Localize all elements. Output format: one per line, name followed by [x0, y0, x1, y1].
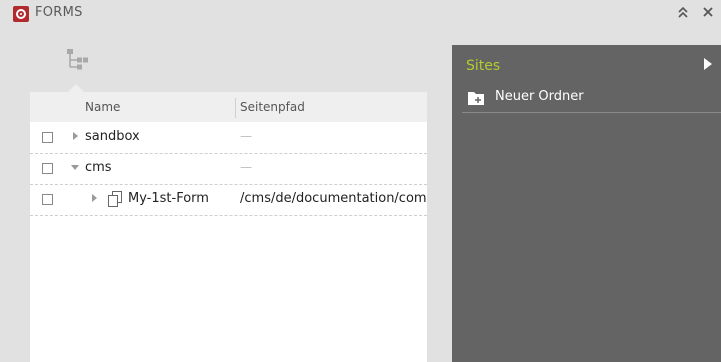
row-name: sandbox [85, 129, 140, 144]
forms-window: FORMS Name Seitenpfad sandbox — cms — My… [0, 0, 721, 362]
window-title: FORMS [35, 5, 83, 20]
double-chevron-up-icon [678, 6, 688, 18]
row-checkbox[interactable] [42, 132, 53, 143]
tree-structure-icon [67, 49, 88, 70]
list-row-my-1st-form[interactable]: My-1st-Form /cms/de/documentation/compon… [30, 184, 427, 216]
row-checkbox[interactable] [42, 194, 53, 205]
row-name: cms [85, 160, 112, 175]
close-icon [703, 7, 713, 17]
list-row-cms[interactable]: cms — [30, 153, 427, 185]
new-folder-label: Neuer Ordner [495, 89, 584, 104]
column-header-name[interactable]: Name [85, 100, 120, 114]
column-header-path[interactable]: Seitenpfad [240, 100, 305, 114]
play-arrow-icon[interactable] [704, 58, 712, 70]
forms-list: Name Seitenpfad sandbox — cms — My-1st-F… [30, 92, 427, 362]
collapse-arrow-icon[interactable] [71, 165, 79, 170]
expand-arrow-icon[interactable] [92, 194, 97, 202]
new-folder-item[interactable]: Neuer Ordner [462, 86, 721, 113]
row-path: — [240, 160, 252, 174]
sites-panel-title: Sites [466, 58, 501, 74]
collapse-button[interactable] [675, 3, 691, 21]
row-checkbox[interactable] [42, 163, 53, 174]
new-folder-icon [468, 90, 484, 105]
tree-view-button[interactable] [64, 47, 90, 71]
forms-app-icon [13, 6, 29, 22]
sites-panel: Sites Neuer Ordner [452, 45, 721, 362]
list-row-sandbox[interactable]: sandbox — [30, 122, 427, 154]
expand-arrow-icon[interactable] [73, 132, 78, 140]
close-button[interactable] [699, 3, 717, 21]
list-header: Name Seitenpfad [30, 92, 427, 122]
copy-document-icon [108, 191, 122, 207]
row-path: — [240, 129, 252, 143]
tab-indicator [68, 84, 84, 92]
row-path: /cms/de/documentation/components [240, 191, 427, 206]
row-name: My-1st-Form [128, 191, 209, 206]
column-divider[interactable] [235, 98, 236, 118]
title-bar: FORMS [0, 0, 721, 28]
